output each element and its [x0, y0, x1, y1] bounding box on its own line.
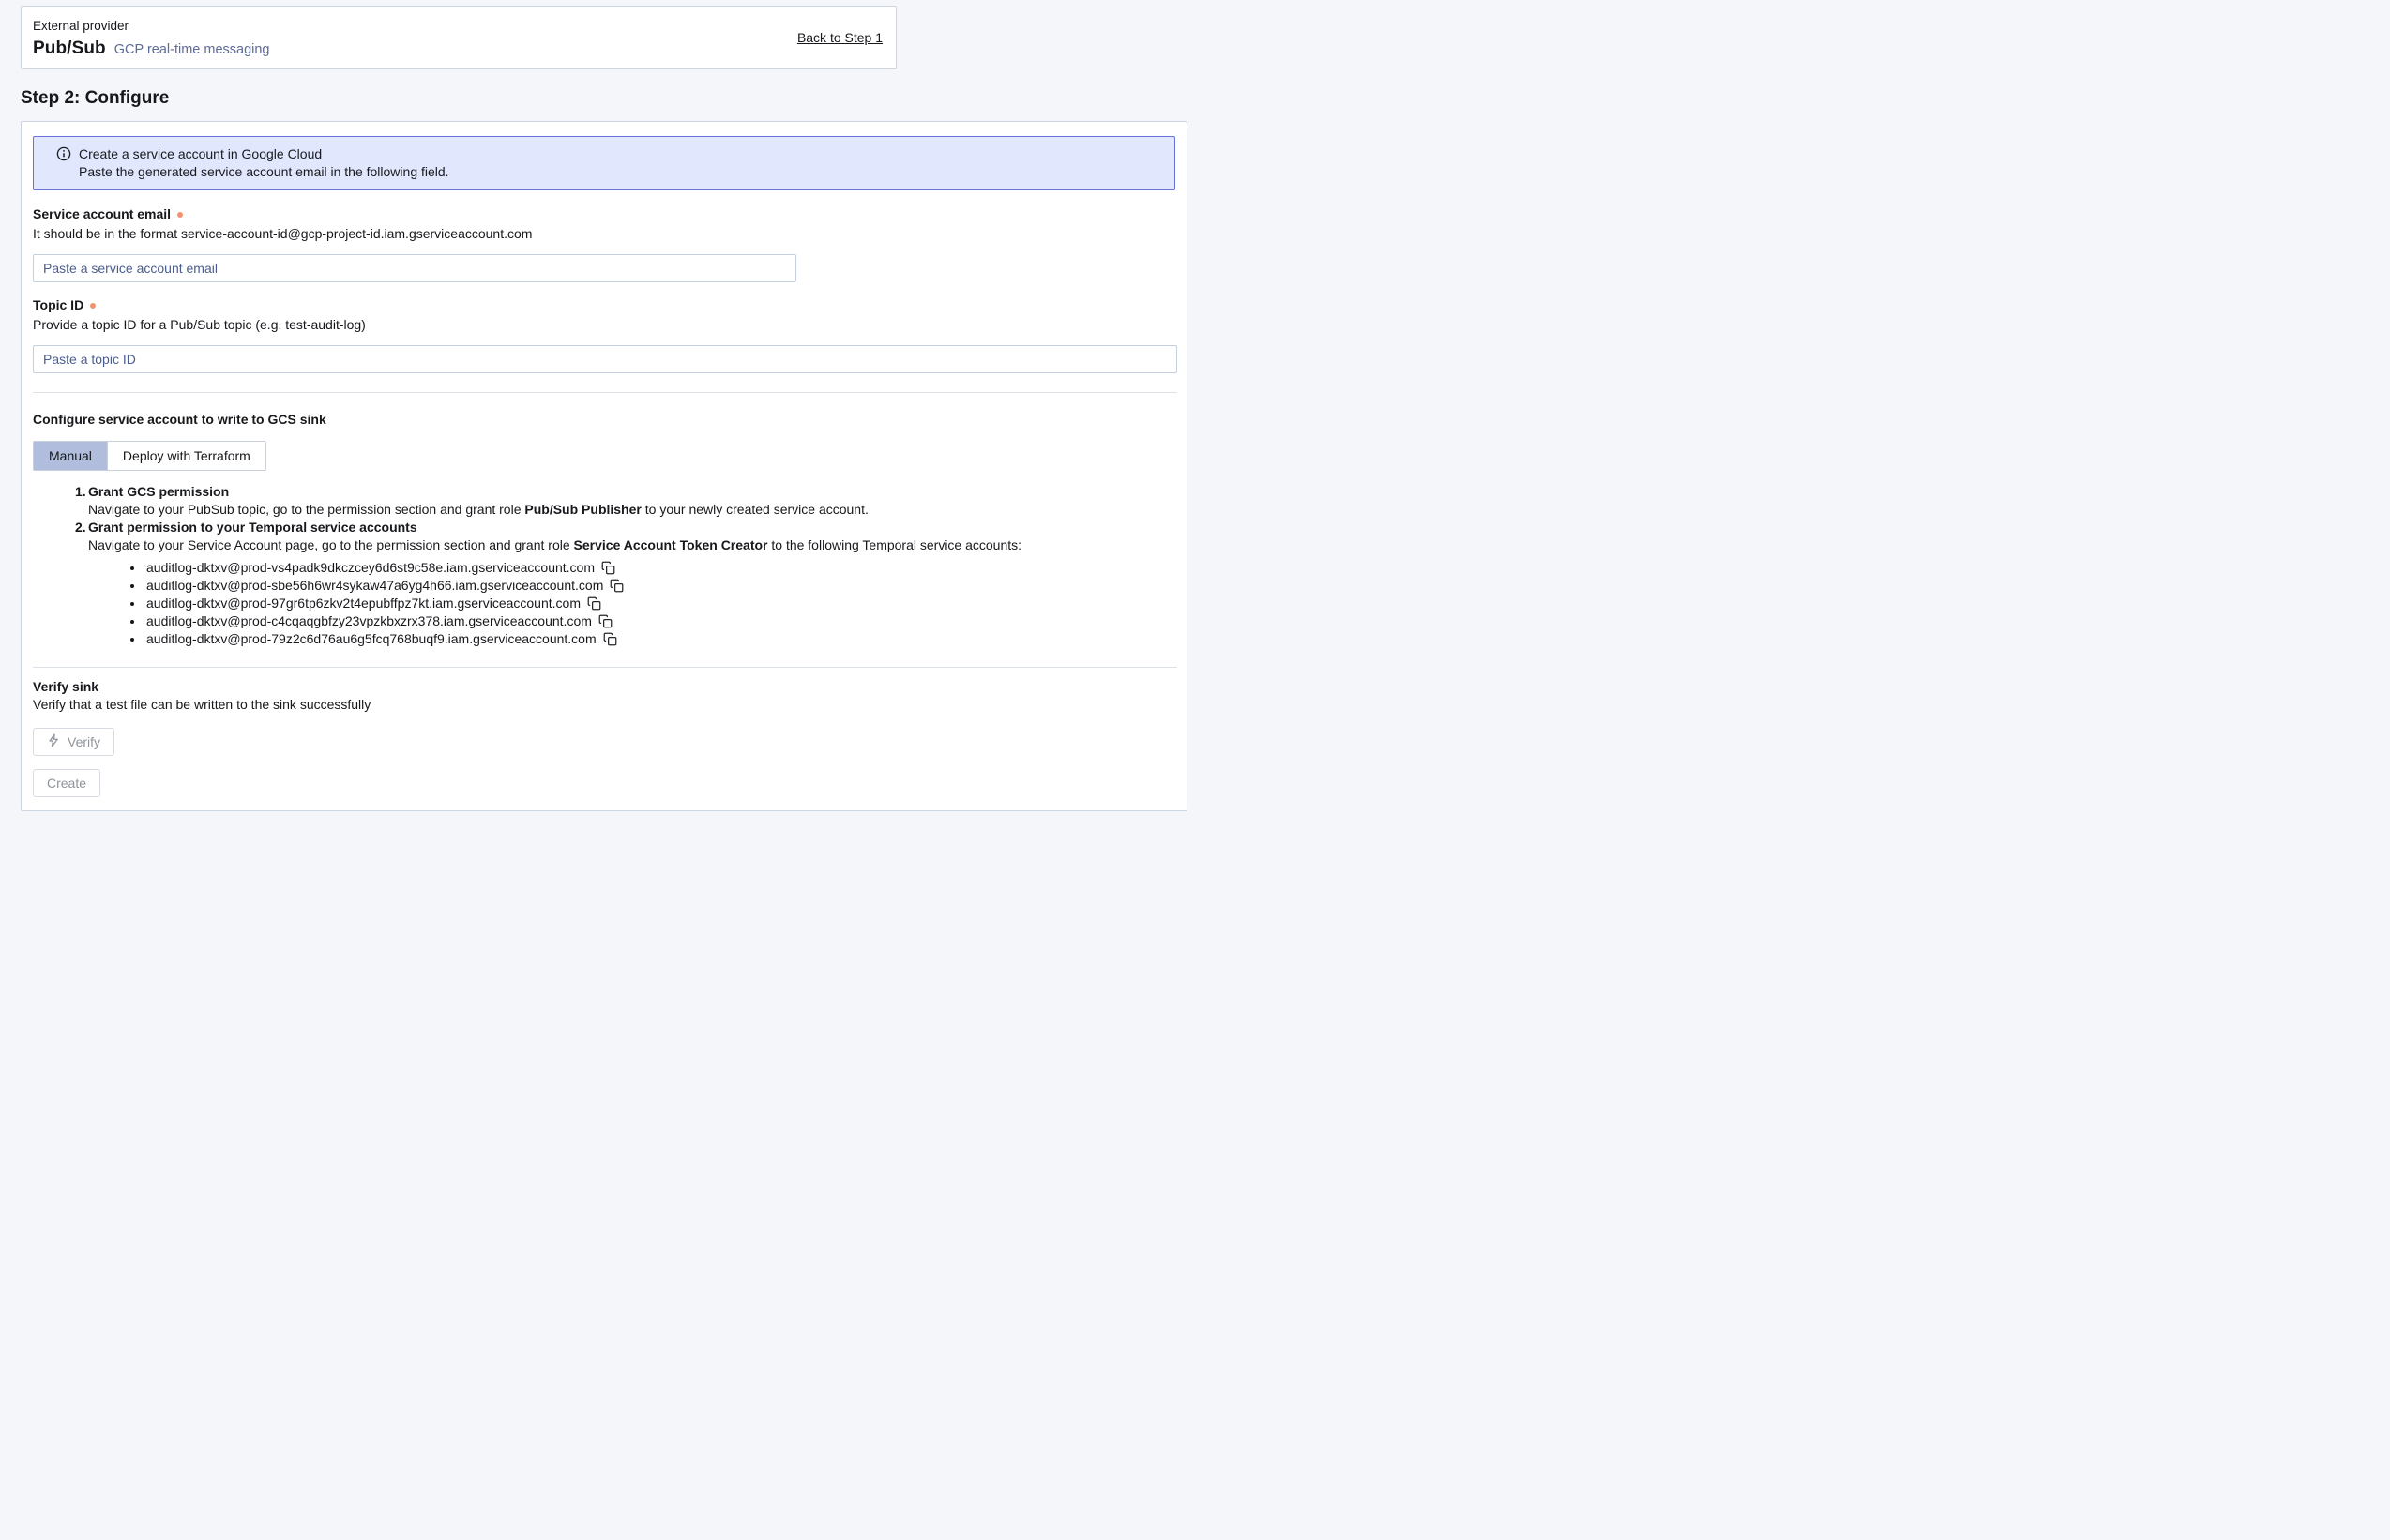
- step-body: Navigate to your PubSub topic, go to the…: [88, 501, 1175, 519]
- step-body-role: Pub/Sub Publisher: [524, 502, 641, 517]
- step-body-text: Navigate to your Service Account page, g…: [88, 537, 574, 552]
- list-item: auditlog-dktxv@prod-97gr6tp6zkv2t4epubff…: [144, 595, 1175, 612]
- list-item: auditlog-dktxv@prod-vs4padk9dkczcey6d6st…: [144, 559, 1175, 577]
- step-number: 1.: [75, 483, 88, 501]
- service-account-email: auditlog-dktxv@prod-vs4padk9dkczcey6d6st…: [146, 559, 595, 577]
- configure-sink-heading: Configure service account to write to GC…: [33, 411, 1175, 429]
- step-number: 2.: [75, 519, 88, 536]
- step-body: Navigate to your Service Account page, g…: [88, 536, 1175, 554]
- verify-sink-heading: Verify sink: [33, 678, 1175, 696]
- topic-id-input[interactable]: [33, 345, 1177, 373]
- back-to-step-1-link[interactable]: Back to Step 1: [797, 29, 883, 47]
- step-heading: Grant GCS permission: [88, 484, 229, 499]
- lightning-icon: [47, 733, 60, 750]
- provider-card: External provider Pub/Sub GCP real-time …: [21, 6, 897, 69]
- info-banner-text: Create a service account in Google Cloud…: [79, 145, 449, 181]
- provider-name: Pub/Sub: [33, 39, 106, 57]
- tab-deploy-with-terraform[interactable]: Deploy with Terraform: [107, 442, 265, 470]
- copy-icon[interactable]: [598, 614, 613, 628]
- info-banner-title: Create a service account in Google Cloud: [79, 145, 449, 163]
- permission-steps-list: 1.Grant GCS permission Navigate to your …: [75, 483, 1175, 648]
- list-item: auditlog-dktxv@prod-79z2c6d76au6g5fcq768…: [144, 630, 1175, 648]
- copy-icon[interactable]: [610, 579, 624, 593]
- list-item: auditlog-dktxv@prod-c4cqaqgbfzy23vpzkbxz…: [144, 612, 1175, 630]
- verify-button[interactable]: Verify: [33, 728, 114, 756]
- list-item: 2.Grant permission to your Temporal serv…: [75, 519, 1175, 648]
- create-button-label: Create: [47, 776, 86, 791]
- service-account-email: auditlog-dktxv@prod-79z2c6d76au6g5fcq768…: [146, 630, 597, 648]
- section-divider: [33, 667, 1177, 668]
- step-body-text: to the following Temporal service accoun…: [767, 537, 1021, 552]
- list-item: 1.Grant GCS permission Navigate to your …: [75, 483, 1175, 519]
- service-account-email-helper: It should be in the format service-accou…: [33, 225, 1175, 243]
- service-account-email-label: Service account email: [33, 205, 171, 223]
- page: External provider Pub/Sub GCP real-time …: [0, 0, 1195, 811]
- service-account-email-input[interactable]: [33, 254, 796, 282]
- section-divider: [33, 392, 1177, 393]
- provider-description: GCP real-time messaging: [114, 41, 270, 59]
- copy-icon[interactable]: [601, 561, 615, 575]
- step-body-role: Service Account Token Creator: [574, 537, 768, 552]
- provider-info: External provider Pub/Sub GCP real-time …: [33, 17, 270, 59]
- verify-sink-helper: Verify that a test file can be written t…: [33, 696, 1175, 714]
- step-heading: Grant permission to your Temporal servic…: [88, 520, 417, 535]
- service-account-email-field: Service account email It should be in th…: [33, 205, 1175, 282]
- page-title: Step 2: Configure: [21, 89, 1195, 107]
- list-item: auditlog-dktxv@prod-sbe56h6wr4sykaw47a6y…: [144, 577, 1175, 595]
- service-account-email: auditlog-dktxv@prod-97gr6tp6zkv2t4epubff…: [146, 595, 581, 612]
- info-banner-body: Paste the generated service account emai…: [79, 163, 449, 181]
- service-account-email: auditlog-dktxv@prod-c4cqaqgbfzy23vpzkbxz…: [146, 612, 592, 630]
- verify-button-label: Verify: [68, 734, 100, 749]
- service-account-email: auditlog-dktxv@prod-sbe56h6wr4sykaw47a6y…: [146, 577, 603, 595]
- service-accounts-list: auditlog-dktxv@prod-vs4padk9dkczcey6d6st…: [144, 559, 1175, 648]
- step-body-text: to your newly created service account.: [642, 502, 869, 517]
- info-banner: Create a service account in Google Cloud…: [33, 136, 1175, 190]
- provider-label: External provider: [33, 17, 270, 35]
- info-circle-icon: [56, 146, 71, 181]
- copy-icon[interactable]: [587, 596, 601, 611]
- configure-card: Create a service account in Google Cloud…: [21, 121, 1187, 811]
- copy-icon[interactable]: [603, 632, 617, 646]
- step-body-text: Navigate to your PubSub topic, go to the…: [88, 502, 524, 517]
- create-button[interactable]: Create: [33, 769, 100, 797]
- required-dot: [177, 212, 183, 218]
- topic-id-helper: Provide a topic ID for a Pub/Sub topic (…: [33, 316, 1175, 334]
- topic-id-field: Topic ID Provide a topic ID for a Pub/Su…: [33, 296, 1175, 373]
- tab-manual[interactable]: Manual: [34, 442, 107, 470]
- topic-id-label: Topic ID: [33, 296, 83, 314]
- required-dot: [90, 303, 96, 309]
- configure-method-tabs: Manual Deploy with Terraform: [33, 441, 266, 471]
